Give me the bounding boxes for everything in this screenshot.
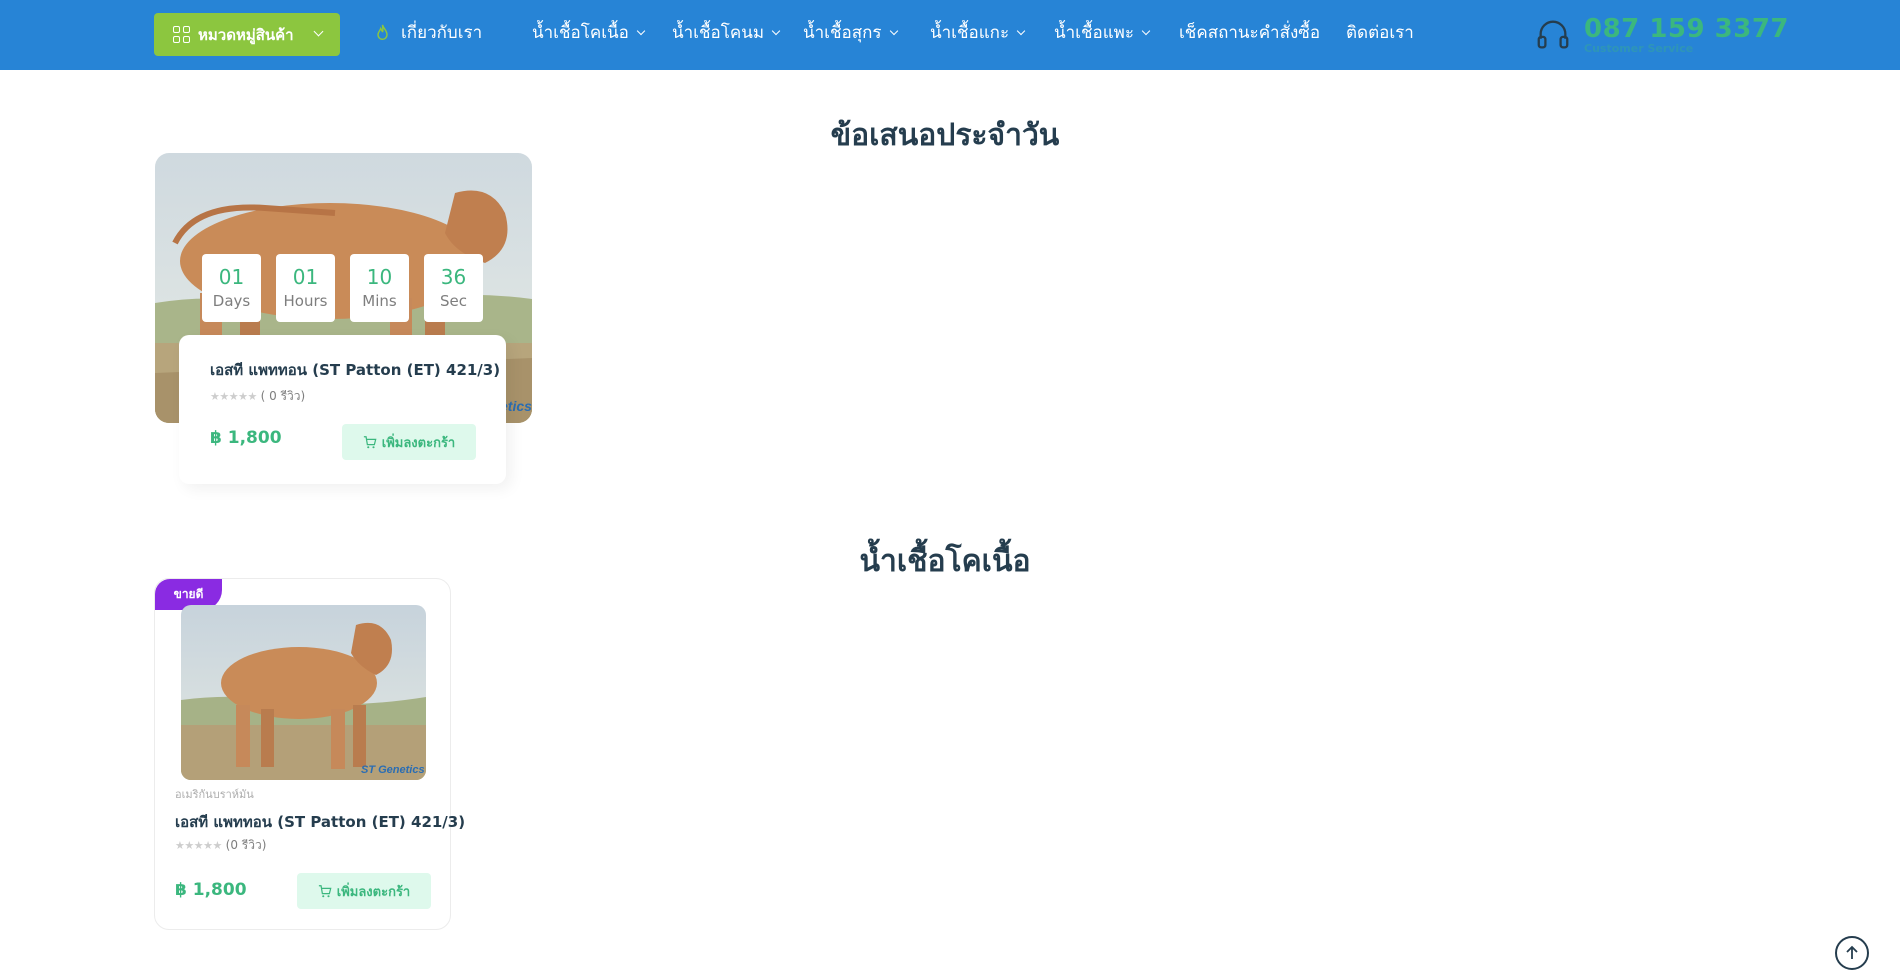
- countdown-value: 01: [218, 265, 245, 289]
- countdown-value: 36: [440, 265, 467, 289]
- scroll-to-top-button[interactable]: [1835, 936, 1869, 970]
- photo-watermark: ST Genetics: [361, 764, 425, 776]
- phone-caption: Customer Service: [1584, 41, 1694, 55]
- add-to-cart-label: เพิ่มลงตะกร้า: [381, 435, 456, 451]
- nav-label: น้ำเชื้อโคนม: [672, 23, 765, 43]
- chevron-down-icon: [889, 26, 898, 35]
- chevron-down-icon: [636, 26, 646, 35]
- chevron-down-icon: [313, 26, 324, 37]
- countdown-value: 10: [366, 265, 393, 289]
- deal-product-rating: ★★★★★ ( 0 รีวิว): [210, 387, 305, 406]
- nav-label: ติดต่อเรา: [1346, 23, 1414, 43]
- countdown-unit: Sec: [440, 292, 467, 310]
- product-image[interactable]: ST Genetics: [181, 605, 426, 780]
- nav-about[interactable]: เกี่ยวกับเรา: [375, 21, 482, 45]
- chevron-down-icon: [1016, 26, 1026, 35]
- nav-label: เกี่ยวกับเรา: [401, 23, 483, 43]
- rating-stars: ★★★★★: [175, 839, 222, 852]
- nav-label: น้ำเชื้อโคเนื้อ: [532, 23, 629, 43]
- cart-icon: [318, 885, 332, 898]
- countdown-unit: Days: [212, 292, 251, 310]
- product-price: ฿ 1,800: [175, 880, 247, 900]
- nav-label: น้ำเชื้อแพะ: [1054, 23, 1135, 43]
- nav-label: น้ำเชื้อแกะ: [930, 23, 1010, 43]
- add-to-cart-button[interactable]: เพิ่มลงตะกร้า: [297, 873, 431, 909]
- category-button-label: หมวดหมู่สินค้า: [198, 25, 294, 44]
- product-cow-photo: ST Genetics: [181, 605, 426, 780]
- countdown-mins: 10 Mins: [350, 254, 409, 322]
- countdown-unit: Hours: [283, 292, 328, 310]
- product-category[interactable]: อเมริกันบราห์มัน: [175, 785, 254, 803]
- add-to-cart-button[interactable]: เพิ่มลงตะกร้า: [342, 424, 476, 460]
- nav-label: เช็คสถานะคำสั่งซื้อ: [1179, 23, 1321, 43]
- arrow-up-icon: [1846, 945, 1858, 959]
- cart-icon: [363, 436, 377, 449]
- add-to-cart-label: เพิ่มลงตะกร้า: [336, 884, 411, 900]
- product-name[interactable]: เอสที แพททอน (ST Patton (ET) 421/3): [175, 810, 465, 834]
- rating-count: (0 รีวิว): [225, 838, 267, 852]
- nav-contact[interactable]: ติดต่อเรา: [1346, 21, 1414, 45]
- countdown-unit: Mins: [362, 292, 397, 310]
- nav-swine-semen[interactable]: น้ำเชื้อสุกร: [803, 21, 898, 45]
- nav-beef-semen[interactable]: น้ำเชื้อโคเนื้อ: [532, 21, 646, 45]
- category-menu-button[interactable]: หมวดหมู่สินค้า: [154, 13, 340, 56]
- countdown-value: 01: [292, 265, 319, 289]
- customer-service-phone[interactable]: 087 159 3377 Customer Service: [1534, 12, 1789, 58]
- rating-count: ( 0 รีวิว): [260, 389, 306, 403]
- phone-number: 087 159 3377: [1584, 13, 1790, 44]
- nav-sheep-semen[interactable]: น้ำเชื้อแกะ: [930, 21, 1026, 45]
- countdown-days: 01 Days: [202, 254, 261, 322]
- top-nav-bar: หมวดหมู่สินค้า เกี่ยวกับเรา น้ำเชื้อโคเน…: [0, 0, 1900, 70]
- nav-dairy-semen[interactable]: น้ำเชื้อโคนม: [672, 21, 781, 45]
- deals-section-title: ข้อเสนอประจำวัน: [830, 118, 1060, 153]
- nav-label: น้ำเชื้อสุกร: [803, 23, 882, 43]
- product-card: ขายดี ST Genetics อเมริกันบราห์มัน เอสที…: [154, 578, 465, 930]
- deal-product-name[interactable]: เอสที แพททอน (ST Patton (ET) 421/3): [210, 358, 500, 382]
- headset-icon: [1537, 20, 1569, 49]
- nav-order-status[interactable]: เช็คสถานะคำสั่งซื้อ: [1179, 21, 1320, 45]
- rating-stars: ★★★★★: [210, 390, 257, 403]
- grid-icon: [173, 26, 190, 43]
- product-rating: ★★★★★ (0 รีวิว): [175, 836, 266, 855]
- deal-product-price: ฿ 1,800: [210, 428, 282, 448]
- deal-product-info: เอสที แพททอน (ST Patton (ET) 421/3) ★★★★…: [179, 335, 506, 484]
- chevron-down-icon: [1141, 26, 1151, 35]
- chevron-down-icon: [771, 26, 781, 35]
- fire-icon: [377, 24, 388, 41]
- countdown-sec: 36 Sec: [424, 254, 483, 322]
- nav-goat-semen[interactable]: น้ำเชื้อแพะ: [1054, 21, 1151, 45]
- countdown-hours: 01 Hours: [276, 254, 335, 322]
